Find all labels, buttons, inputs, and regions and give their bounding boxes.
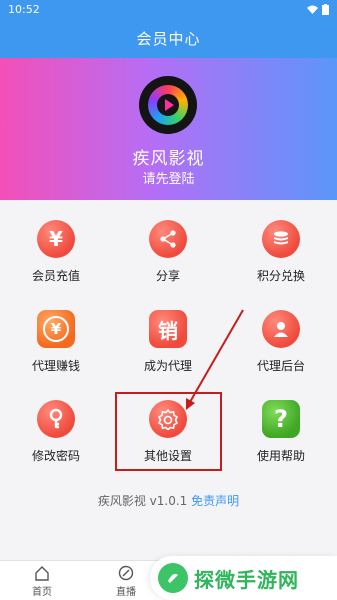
menu-item-become-agent[interactable]: 销 成为代理 — [112, 290, 224, 380]
status-bar: 10:52 — [0, 0, 337, 18]
key-icon — [37, 400, 75, 438]
user-icon — [262, 310, 300, 348]
tab-home[interactable]: 首页 — [22, 565, 62, 598]
app-logo — [139, 76, 197, 134]
watermark-logo-icon — [158, 563, 188, 593]
menu-item-recharge[interactable]: ¥ 会员充值 — [0, 200, 112, 290]
menu-item-change-password[interactable]: 修改密码 — [0, 380, 112, 470]
app-name: 疾风影视 — [132, 149, 205, 169]
battery-icon — [322, 3, 329, 15]
status-time: 10:52 — [8, 2, 40, 16]
yen-icon: ¥ — [37, 220, 75, 258]
site-watermark: 探微手游网 — [150, 556, 337, 600]
yen-coin-icon: ¥ — [37, 310, 75, 348]
disclaimer-link[interactable]: 免责声明 — [191, 494, 239, 508]
sell-icon: 销 — [149, 310, 187, 348]
annotation-highlight-box — [115, 392, 222, 471]
system-icons — [307, 3, 329, 15]
tab-live[interactable]: 直播 — [106, 565, 146, 598]
menu-item-agent-earn[interactable]: ¥ 代理赚钱 — [0, 290, 112, 380]
menu-item-points-exchange[interactable]: 积分兑换 — [225, 200, 337, 290]
watermark-text: 探微手游网 — [194, 567, 299, 592]
live-icon — [118, 565, 134, 581]
home-icon — [35, 566, 49, 581]
login-link[interactable]: 请先登陆 — [0, 168, 337, 187]
page-title-bar: 会员中心 — [0, 18, 337, 58]
wifi-icon — [307, 5, 318, 14]
coins-icon — [262, 220, 300, 258]
help-icon: ? — [262, 400, 300, 438]
menu-item-agent-backend[interactable]: 代理后台 — [225, 290, 337, 380]
profile-header: 疾风影视 请先登陆 — [0, 58, 337, 200]
share-icon — [149, 220, 187, 258]
version-text: 疾风影视 v1.0.1 — [97, 494, 192, 508]
menu-item-help[interactable]: ? 使用帮助 — [225, 380, 337, 470]
page-title: 会员中心 — [136, 29, 201, 48]
version-footer: 疾风影视 v1.0.1 免责声明 — [0, 492, 337, 509]
menu-item-share[interactable]: 分享 — [112, 200, 224, 290]
